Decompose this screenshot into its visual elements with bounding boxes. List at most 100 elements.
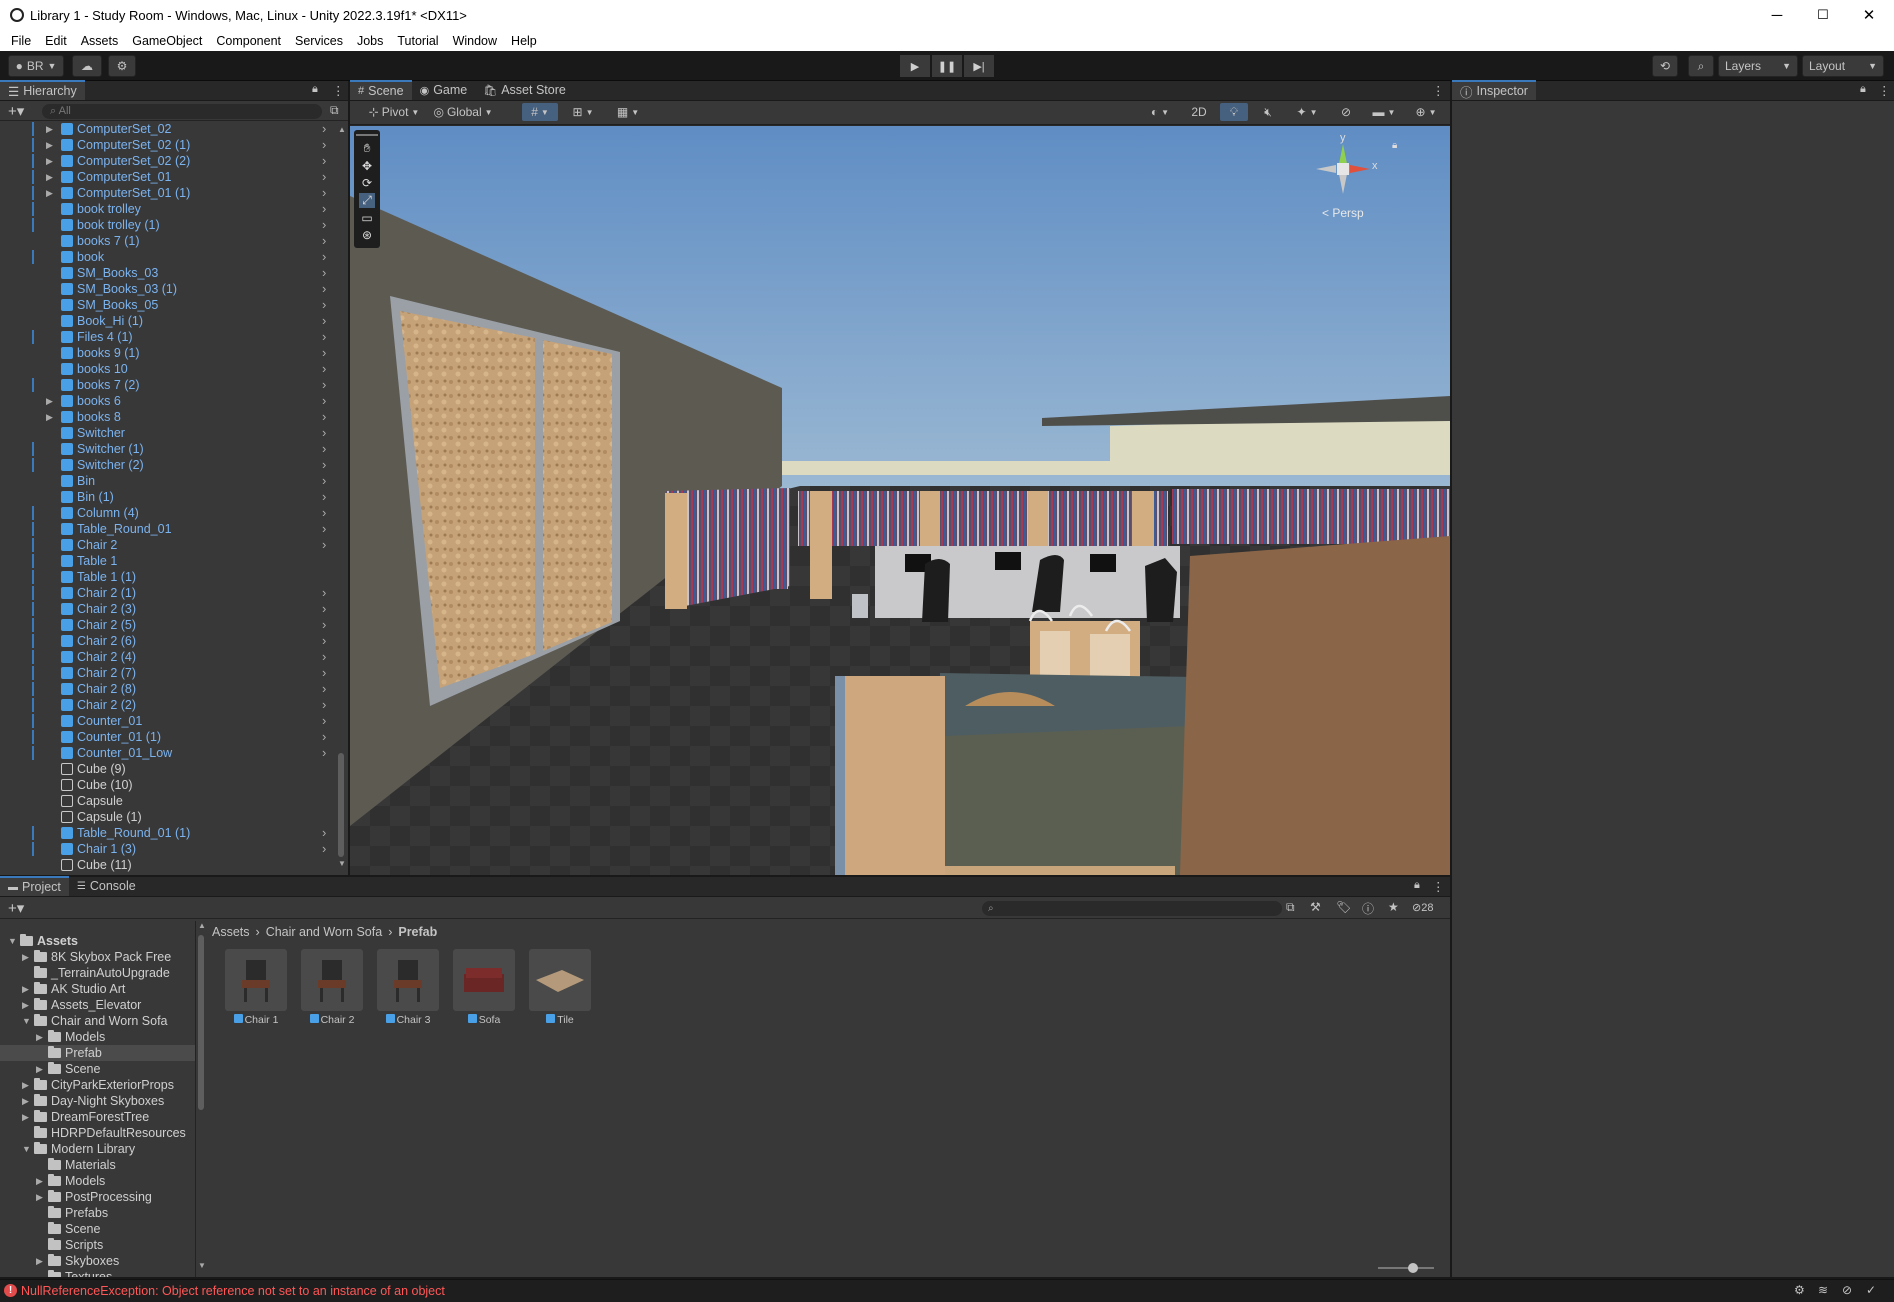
- tab-scene[interactable]: # Scene: [350, 80, 412, 100]
- menu-item-jobs[interactable]: Jobs: [350, 34, 390, 48]
- expand-arrow-icon[interactable]: ▶: [46, 121, 53, 137]
- collapse-arrow-icon[interactable]: ▼: [22, 1013, 31, 1029]
- rotate-tool-icon[interactable]: ⟳: [362, 176, 372, 190]
- folder-tree-item[interactable]: ▼ Assets: [0, 933, 195, 949]
- grid-snap-toggle[interactable]: # ▼: [522, 103, 558, 121]
- chevron-right-icon[interactable]: ›: [322, 249, 326, 265]
- hand-tool-icon[interactable]: ✋︎: [364, 141, 371, 156]
- folder-tree-item[interactable]: ▶ Day-Night Skyboxes: [0, 1093, 195, 1109]
- kebab-menu-icon[interactable]: ⋮: [1432, 879, 1445, 894]
- effects-dropdown[interactable]: ✦ ▼: [1288, 103, 1326, 121]
- expand-arrow-icon[interactable]: ▶: [46, 185, 53, 201]
- scrollbar-thumb[interactable]: [338, 753, 344, 857]
- breadcrumb-item[interactable]: Assets: [212, 925, 250, 941]
- toggle-2d-button[interactable]: 2D: [1184, 103, 1214, 121]
- chevron-right-icon[interactable]: ›: [322, 377, 326, 393]
- chevron-right-icon[interactable]: ›: [322, 457, 326, 473]
- chevron-right-icon[interactable]: ›: [322, 505, 326, 521]
- chevron-right-icon[interactable]: ›: [322, 713, 326, 729]
- camera-dropdown[interactable]: ▬ ▼: [1366, 103, 1402, 121]
- chevron-right-icon[interactable]: ›: [322, 137, 326, 153]
- move-tool-icon[interactable]: ✥: [362, 159, 372, 173]
- folder-tree-item[interactable]: _TerrainAutoUpgrade: [0, 965, 195, 981]
- add-button[interactable]: +▾: [8, 102, 24, 120]
- chevron-right-icon[interactable]: ›: [322, 697, 326, 713]
- tab-game[interactable]: ◉ Game: [412, 80, 476, 100]
- hierarchy-item[interactable]: Column (4) ›: [0, 505, 336, 521]
- lock-icon[interactable]: 🔒︎: [1414, 879, 1420, 892]
- lock-icon[interactable]: 🔒︎: [312, 83, 318, 96]
- expand-arrow-icon[interactable]: ▶: [46, 137, 53, 153]
- collab-button[interactable]: ⚙: [108, 55, 136, 77]
- hierarchy-item[interactable]: book trolley ›: [0, 201, 336, 217]
- folder-tree-item[interactable]: ▼ Modern Library: [0, 1141, 195, 1157]
- chevron-right-icon[interactable]: ›: [322, 649, 326, 665]
- hierarchy-item[interactable]: Table_Round_01 ›: [0, 521, 336, 537]
- chevron-right-icon[interactable]: ›: [322, 329, 326, 345]
- hierarchy-item[interactable]: ▶ ComputerSet_02 (1) ›: [0, 137, 336, 153]
- kebab-menu-icon[interactable]: ⋮: [1878, 83, 1891, 98]
- audio-toggle[interactable]: 🔇︎: [1254, 103, 1282, 121]
- hierarchy-item[interactable]: book trolley (1) ›: [0, 217, 336, 233]
- menu-item-assets[interactable]: Assets: [74, 34, 126, 48]
- hierarchy-search-input[interactable]: ⌕ All: [42, 104, 322, 119]
- history-button[interactable]: ⟲: [1652, 55, 1678, 77]
- breadcrumb-item[interactable]: Chair and Worn Sofa: [266, 925, 383, 941]
- hierarchy-scrollbar[interactable]: ▲ ▼: [337, 125, 346, 871]
- expand-arrow-icon[interactable]: ▶: [22, 1093, 29, 1109]
- pause-button[interactable]: ❚❚: [932, 55, 962, 77]
- folder-tree-item[interactable]: ▶ DreamForestTree: [0, 1109, 195, 1125]
- folder-tree-item[interactable]: ▶ Models: [0, 1173, 195, 1189]
- folder-tree-item[interactable]: ▶ Assets_Elevator: [0, 997, 195, 1013]
- hierarchy-item[interactable]: Chair 2 (7) ›: [0, 665, 336, 681]
- chevron-right-icon[interactable]: ›: [322, 585, 326, 601]
- hierarchy-item[interactable]: Chair 2 (5) ›: [0, 617, 336, 633]
- chevron-right-icon[interactable]: ›: [322, 489, 326, 505]
- menu-item-services[interactable]: Services: [288, 34, 350, 48]
- folder-tree-item[interactable]: ▶ PostProcessing: [0, 1189, 195, 1205]
- orientation-gizmo[interactable]: y x 🔒︎ < Persp: [1310, 132, 1440, 224]
- close-button[interactable]: ✕: [1846, 0, 1892, 30]
- folder-tree-item[interactable]: Scripts: [0, 1237, 195, 1253]
- layout-dropdown[interactable]: Layout ▼: [1802, 55, 1884, 77]
- hierarchy-item[interactable]: SM_Books_03 (1) ›: [0, 281, 336, 297]
- layers-dropdown[interactable]: Layers ▼: [1718, 55, 1798, 77]
- menu-item-component[interactable]: Component: [209, 34, 288, 48]
- expand-arrow-icon[interactable]: ▶: [46, 393, 53, 409]
- expand-arrow-icon[interactable]: ▶: [46, 409, 53, 425]
- hierarchy-item[interactable]: ▶ ComputerSet_02 ›: [0, 121, 336, 137]
- asset-item[interactable]: Tile: [528, 949, 592, 1026]
- tab-project[interactable]: ▬ Project: [0, 876, 69, 896]
- hierarchy-item[interactable]: book ›: [0, 249, 336, 265]
- hierarchy-item[interactable]: Chair 2 (2) ›: [0, 697, 336, 713]
- folder-tree-item[interactable]: Scene: [0, 1221, 195, 1237]
- chevron-right-icon[interactable]: ›: [322, 153, 326, 169]
- check-icon[interactable]: ✓: [1866, 1283, 1876, 1297]
- hierarchy-item[interactable]: ▶ ComputerSet_02 (2) ›: [0, 153, 336, 169]
- chevron-right-icon[interactable]: ›: [322, 441, 326, 457]
- hierarchy-item[interactable]: books 7 (2) ›: [0, 377, 336, 393]
- info-icon[interactable]: ⓘ: [1362, 900, 1374, 917]
- layers-icon[interactable]: ≋: [1818, 1283, 1828, 1297]
- folder-tree-item[interactable]: ▶ AK Studio Art: [0, 981, 195, 997]
- chevron-right-icon[interactable]: ›: [322, 265, 326, 281]
- hierarchy-item[interactable]: Cube (9): [0, 761, 336, 777]
- global-dropdown[interactable]: ◎ Global ▼: [430, 103, 496, 121]
- transform-tool-icon[interactable]: ⊛: [362, 228, 372, 242]
- tree-scrollbar[interactable]: ▲ ▼: [197, 921, 206, 1271]
- pivot-dropdown[interactable]: ⊹ Pivot ▼: [364, 103, 424, 121]
- folder-tree-item[interactable]: Materials: [0, 1157, 195, 1173]
- menu-item-tutorial[interactable]: Tutorial: [390, 34, 445, 48]
- hierarchy-item[interactable]: ▶ books 8 ›: [0, 409, 336, 425]
- folder-tree-item[interactable]: Prefab: [0, 1045, 195, 1061]
- chevron-right-icon[interactable]: ›: [322, 473, 326, 489]
- search-by-type-icon[interactable]: ⧉: [1286, 900, 1295, 915]
- chevron-right-icon[interactable]: ›: [322, 633, 326, 649]
- hierarchy-item[interactable]: Table 1: [0, 553, 336, 569]
- hidden-objects-toggle[interactable]: ⊘: [1332, 103, 1360, 121]
- hierarchy-item[interactable]: Switcher (1) ›: [0, 441, 336, 457]
- folder-tree-item[interactable]: ▶ Models: [0, 1029, 195, 1045]
- tab-inspector[interactable]: ⓘ Inspector: [1452, 80, 1536, 100]
- maximize-button[interactable]: ☐: [1800, 0, 1846, 30]
- label-icon[interactable]: 🏷︎: [1336, 900, 1351, 914]
